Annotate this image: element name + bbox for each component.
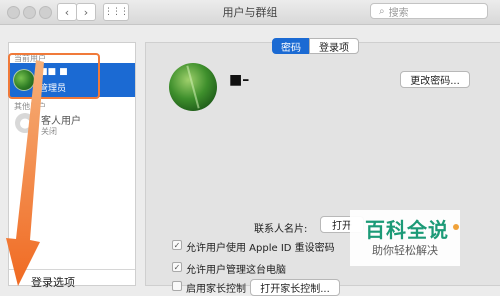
parental-controls-label: 启用家长控制	[186, 284, 246, 295]
watermark-subtitle: 助你轻松解决	[372, 244, 438, 257]
apple-id-reset-checkbox[interactable]: ✓	[172, 240, 182, 250]
watermark: 百科全说 助你轻松解决	[350, 210, 460, 266]
user-picture[interactable]	[169, 63, 217, 111]
contact-card-label: 联系人名片:	[254, 224, 308, 235]
arrow-shape	[6, 60, 44, 286]
watermark-title: 百科全说	[365, 218, 449, 242]
parental-controls-checkbox[interactable]	[172, 281, 182, 291]
search-placeholder: 搜索	[388, 7, 409, 19]
show-all-button[interactable]: ⋮⋮⋮	[103, 3, 129, 21]
chevron-left-icon: ‹	[64, 5, 70, 19]
allow-admin-label: 允许用户管理这台电脑	[186, 265, 286, 276]
window-title: 用户与群组	[222, 6, 278, 19]
minimize-window-button[interactable]	[23, 6, 36, 19]
checkmark-icon: ✓	[173, 240, 181, 250]
apple-id-reset-label: 允许用户使用 Apple ID 重设密码	[186, 243, 335, 254]
forward-button[interactable]: ›	[76, 3, 96, 21]
chevron-right-icon: ›	[83, 5, 89, 19]
grid-icon: ⋮⋮⋮	[104, 7, 129, 17]
user-full-name: ■–	[229, 72, 250, 88]
annotation-arrow	[6, 60, 44, 286]
allow-admin-checkbox[interactable]: ✓	[172, 262, 182, 272]
search-input[interactable]: ⌕ 搜索	[370, 3, 488, 19]
tab-login-items[interactable]: 登录项	[309, 38, 359, 54]
tab-password[interactable]: 密码	[272, 38, 310, 54]
zoom-window-button[interactable]	[39, 6, 52, 19]
open-parental-controls-button[interactable]: 打开家长控制...	[250, 279, 340, 296]
back-button[interactable]: ‹	[57, 3, 77, 21]
search-icon: ⌕	[379, 5, 385, 17]
checkmark-icon: ✓	[173, 262, 181, 272]
close-window-button[interactable]	[7, 6, 20, 19]
leaf-vein	[186, 65, 200, 109]
watermark-dot	[453, 224, 459, 230]
change-password-button[interactable]: 更改密码...	[400, 71, 470, 88]
